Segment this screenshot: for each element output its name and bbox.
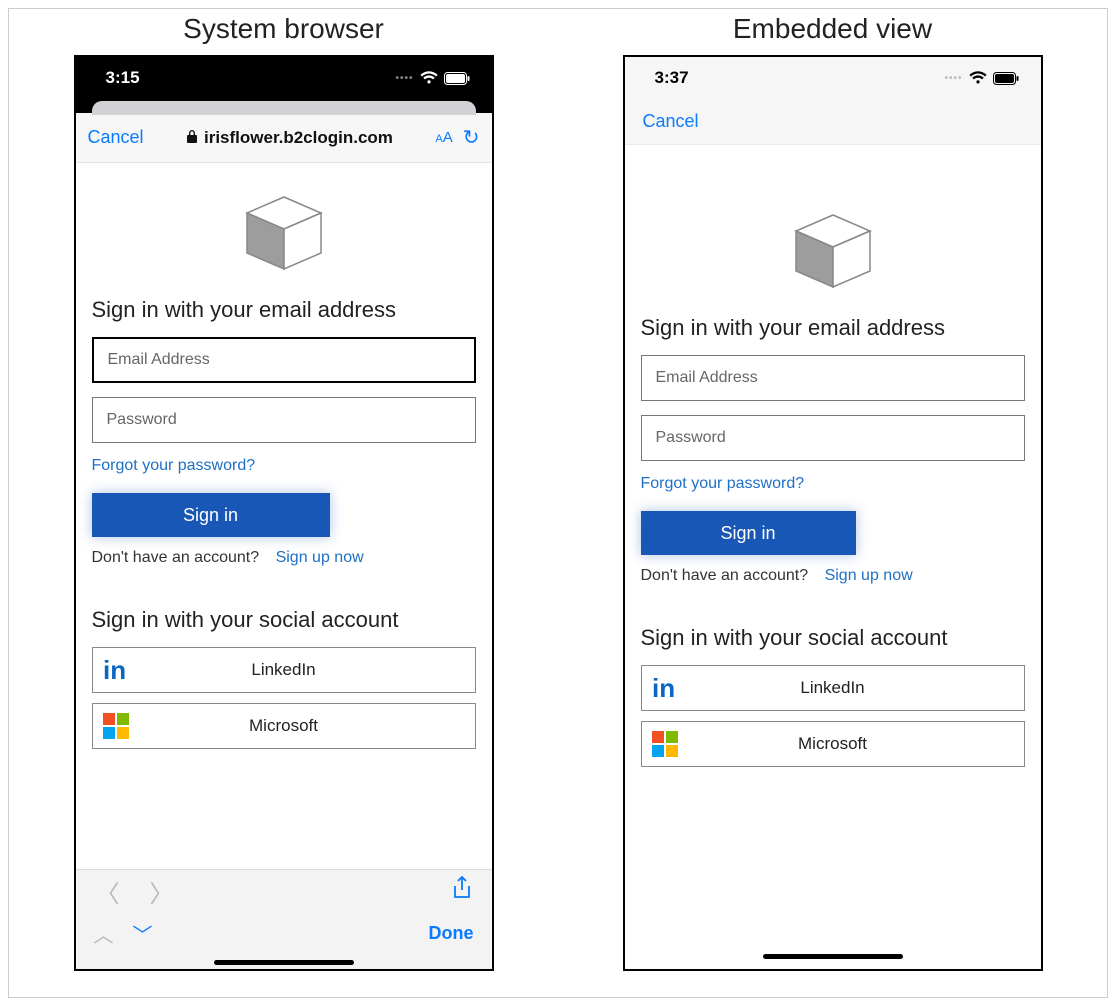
- microsoft-label: Microsoft: [642, 734, 1024, 754]
- wifi-icon: [420, 71, 438, 85]
- microsoft-label: Microsoft: [93, 716, 475, 736]
- status-time: 3:37: [655, 68, 689, 88]
- cube-icon: [788, 211, 878, 291]
- status-time: 3:15: [106, 68, 140, 88]
- cancel-button[interactable]: Cancel: [88, 127, 144, 148]
- signin-button[interactable]: Sign in: [641, 511, 856, 555]
- signin-button[interactable]: Sign in: [92, 493, 330, 537]
- battery-icon: [993, 72, 1019, 85]
- linkedin-button[interactable]: in LinkedIn: [641, 665, 1025, 711]
- svg-text:in: in: [103, 657, 126, 683]
- linkedin-button[interactable]: in LinkedIn: [92, 647, 476, 693]
- no-account-text: Don't have an account?: [641, 567, 809, 584]
- lock-icon: [186, 128, 198, 148]
- microsoft-icon: [652, 731, 678, 757]
- status-bar: 3:15 ••••: [76, 57, 492, 99]
- email-field[interactable]: Email Address: [641, 355, 1025, 401]
- home-indicator: [214, 960, 354, 965]
- signin-page: Sign in with your email address Email Ad…: [76, 163, 492, 869]
- forward-icon[interactable]: 〉: [150, 874, 174, 909]
- app-logo: [92, 193, 476, 273]
- linkedin-icon: in: [652, 675, 682, 701]
- embedded-view-column: Embedded view 3:37 •••• Cancel: [623, 13, 1043, 971]
- linkedin-label: LinkedIn: [93, 660, 475, 680]
- embedded-bottom: [641, 948, 1025, 969]
- signin-page: Sign in with your email address Email Ad…: [625, 145, 1041, 969]
- safari-tab-strip: [76, 99, 492, 113]
- chevron-up-icon: ︿: [94, 925, 114, 947]
- microsoft-button[interactable]: Microsoft: [641, 721, 1025, 767]
- safari-toolbar: 〈 〉 ︿ ﹀ Done: [76, 869, 492, 969]
- signup-row: Don't have an account? Sign up now: [641, 567, 1025, 585]
- reload-icon[interactable]: ↻: [463, 125, 480, 150]
- signup-link[interactable]: Sign up now: [825, 567, 913, 584]
- battery-icon: [444, 72, 470, 85]
- signup-link[interactable]: Sign up now: [276, 549, 364, 566]
- forgot-password-link[interactable]: Forgot your password?: [92, 457, 476, 475]
- linkedin-label: LinkedIn: [642, 678, 1024, 698]
- password-field[interactable]: Password: [92, 397, 476, 443]
- cube-icon: [239, 193, 329, 273]
- embedded-nav-bar: Cancel: [625, 99, 1041, 145]
- signin-heading: Sign in with your email address: [641, 315, 1025, 341]
- back-icon[interactable]: 〈: [96, 874, 120, 909]
- column-title-right: Embedded view: [733, 13, 932, 45]
- safari-address-bar: Cancel irisflower.b2clogin.com AA ↻: [76, 113, 492, 163]
- no-account-text: Don't have an account?: [92, 549, 260, 566]
- app-logo: [641, 211, 1025, 291]
- home-indicator: [763, 954, 903, 959]
- wifi-icon: [969, 71, 987, 85]
- status-icons: ••••: [395, 71, 469, 85]
- signal-dots-icon: ••••: [395, 73, 413, 84]
- phone-frame-right: 3:37 •••• Cancel: [623, 55, 1043, 971]
- chevron-down-icon[interactable]: ﹀: [133, 925, 153, 947]
- column-title-left: System browser: [183, 13, 384, 45]
- share-icon[interactable]: [452, 876, 472, 907]
- signal-dots-icon: ••••: [944, 73, 962, 84]
- comparison-container: System browser 3:15 •••• Cancel: [8, 8, 1108, 998]
- password-field[interactable]: Password: [641, 415, 1025, 461]
- email-field[interactable]: Email Address: [92, 337, 476, 383]
- forgot-password-link[interactable]: Forgot your password?: [641, 475, 1025, 493]
- signup-row: Don't have an account? Sign up now: [92, 549, 476, 567]
- signin-heading: Sign in with your email address: [92, 297, 476, 323]
- social-heading: Sign in with your social account: [641, 625, 1025, 651]
- status-bar: 3:37 ••••: [625, 57, 1041, 99]
- linkedin-icon: in: [103, 657, 133, 683]
- system-browser-column: System browser 3:15 •••• Cancel: [74, 13, 494, 971]
- phone-frame-left: 3:15 •••• Cancel: [74, 55, 494, 971]
- svg-text:in: in: [652, 675, 675, 701]
- url-display[interactable]: irisflower.b2clogin.com: [154, 128, 426, 148]
- done-button[interactable]: Done: [429, 923, 474, 944]
- social-heading: Sign in with your social account: [92, 607, 476, 633]
- text-size-button[interactable]: AA: [435, 129, 452, 146]
- status-icons: ••••: [944, 71, 1018, 85]
- cancel-button[interactable]: Cancel: [643, 111, 699, 132]
- microsoft-icon: [103, 713, 129, 739]
- url-domain: irisflower.b2clogin.com: [204, 128, 393, 148]
- microsoft-button[interactable]: Microsoft: [92, 703, 476, 749]
